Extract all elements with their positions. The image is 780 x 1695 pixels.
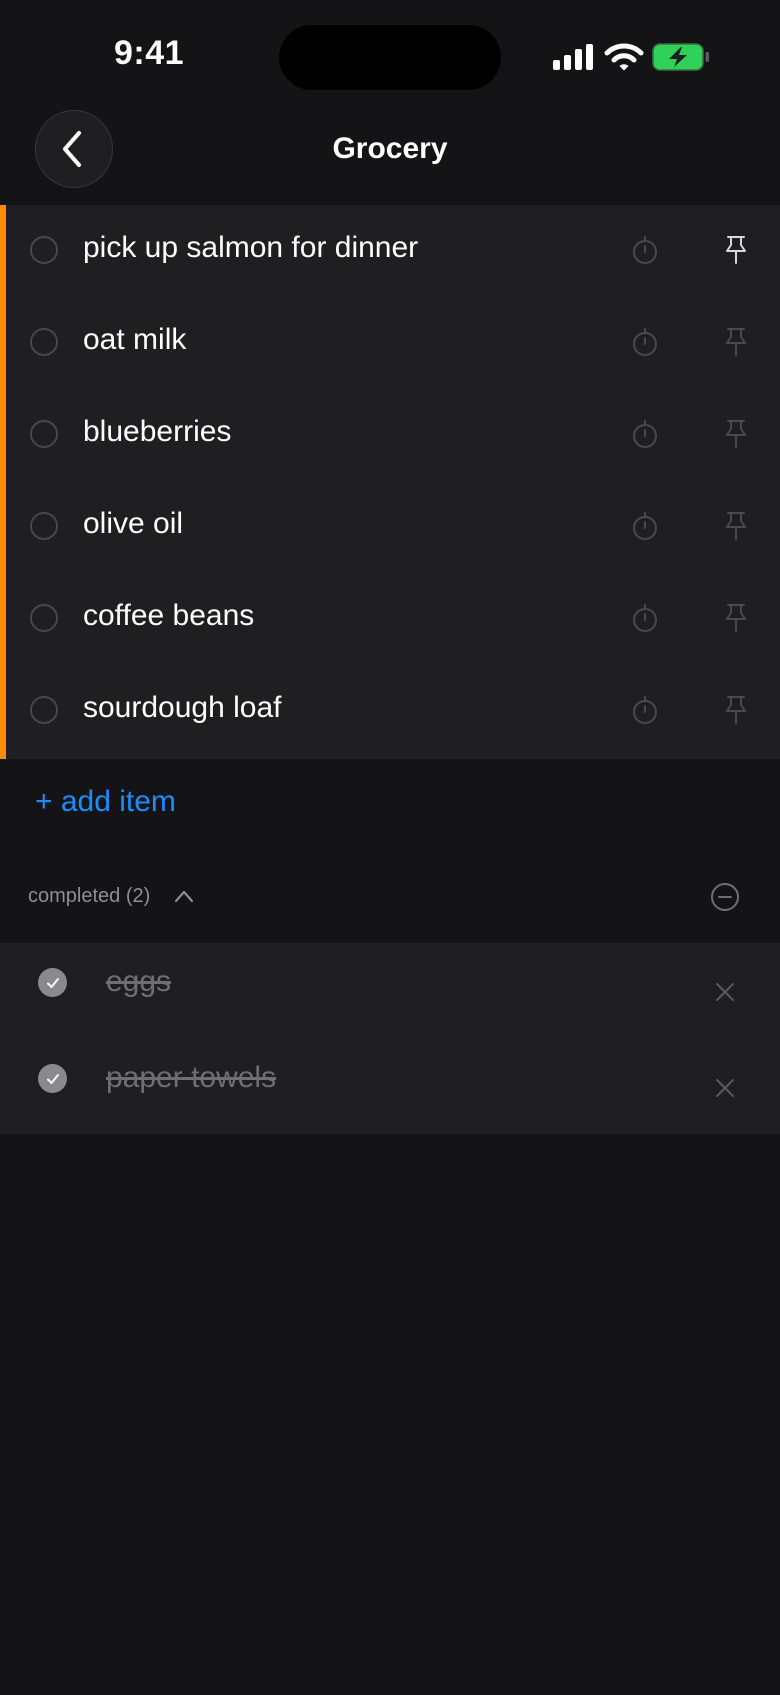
timer-icon[interactable]: [628, 417, 662, 451]
list-item[interactable]: oat milk: [6, 297, 780, 389]
add-item-button[interactable]: + add item: [35, 785, 176, 819]
item-label: coffee beans: [83, 599, 255, 632]
timer-icon[interactable]: [628, 601, 662, 635]
item-checkbox[interactable]: [30, 512, 58, 540]
list-item[interactable]: coffee beans: [6, 573, 780, 665]
battery-icon: [652, 43, 709, 71]
list-item[interactable]: blueberries: [6, 389, 780, 481]
item-label: sourdough loaf: [83, 691, 282, 724]
timer-icon[interactable]: [628, 693, 662, 727]
item-label: pick up salmon for dinner: [83, 231, 419, 264]
item-checkbox[interactable]: [30, 696, 58, 724]
completed-items-list: eggs paper towels: [0, 943, 780, 1134]
completed-checkbox[interactable]: [38, 1064, 67, 1093]
item-checkbox[interactable]: [30, 328, 58, 356]
pin-icon[interactable]: [719, 325, 753, 359]
completed-count-label[interactable]: completed (2): [28, 885, 150, 908]
timer-icon[interactable]: [628, 509, 662, 543]
page-title: Grocery: [332, 132, 448, 165]
completed-item-label: paper towels: [106, 1061, 277, 1094]
checkmark-icon: [46, 977, 59, 988]
checkmark-icon: [46, 1073, 59, 1084]
timer-icon[interactable]: [628, 325, 662, 359]
item-checkbox[interactable]: [30, 420, 58, 448]
dynamic-island: [279, 25, 501, 90]
status-time: 9:41: [114, 34, 185, 72]
list-item[interactable]: sourdough loaf: [6, 665, 780, 757]
chevron-up-icon[interactable]: [172, 886, 196, 906]
close-icon[interactable]: [714, 981, 736, 1003]
completed-list-item[interactable]: eggs: [0, 943, 780, 1039]
timer-icon[interactable]: [628, 233, 662, 267]
pin-icon[interactable]: [719, 509, 753, 543]
completed-list-item[interactable]: paper towels: [0, 1039, 780, 1135]
item-label: olive oil: [83, 507, 184, 540]
pin-icon[interactable]: [719, 417, 753, 451]
completed-item-label: eggs: [106, 965, 172, 998]
pin-icon[interactable]: [719, 693, 753, 727]
completed-section-header: completed (2): [0, 870, 780, 926]
item-label: blueberries: [83, 415, 232, 448]
pin-icon[interactable]: [719, 233, 753, 267]
status-bar: 9:41: [0, 0, 780, 110]
cellular-signal-icon: [553, 44, 593, 70]
wifi-icon: [604, 43, 644, 71]
item-checkbox[interactable]: [30, 604, 58, 632]
minus-circle-icon[interactable]: [710, 882, 740, 912]
list-item[interactable]: pick up salmon for dinner: [6, 205, 780, 297]
completed-checkbox[interactable]: [38, 968, 67, 997]
pin-icon[interactable]: [719, 601, 753, 635]
nav-bar: Grocery: [0, 110, 780, 205]
item-label: oat milk: [83, 323, 187, 356]
active-items-list: pick up salmon for dinner oat milk blueber…: [0, 205, 780, 759]
list-item[interactable]: olive oil: [6, 481, 780, 573]
item-checkbox[interactable]: [30, 236, 58, 264]
close-icon[interactable]: [714, 1077, 736, 1099]
